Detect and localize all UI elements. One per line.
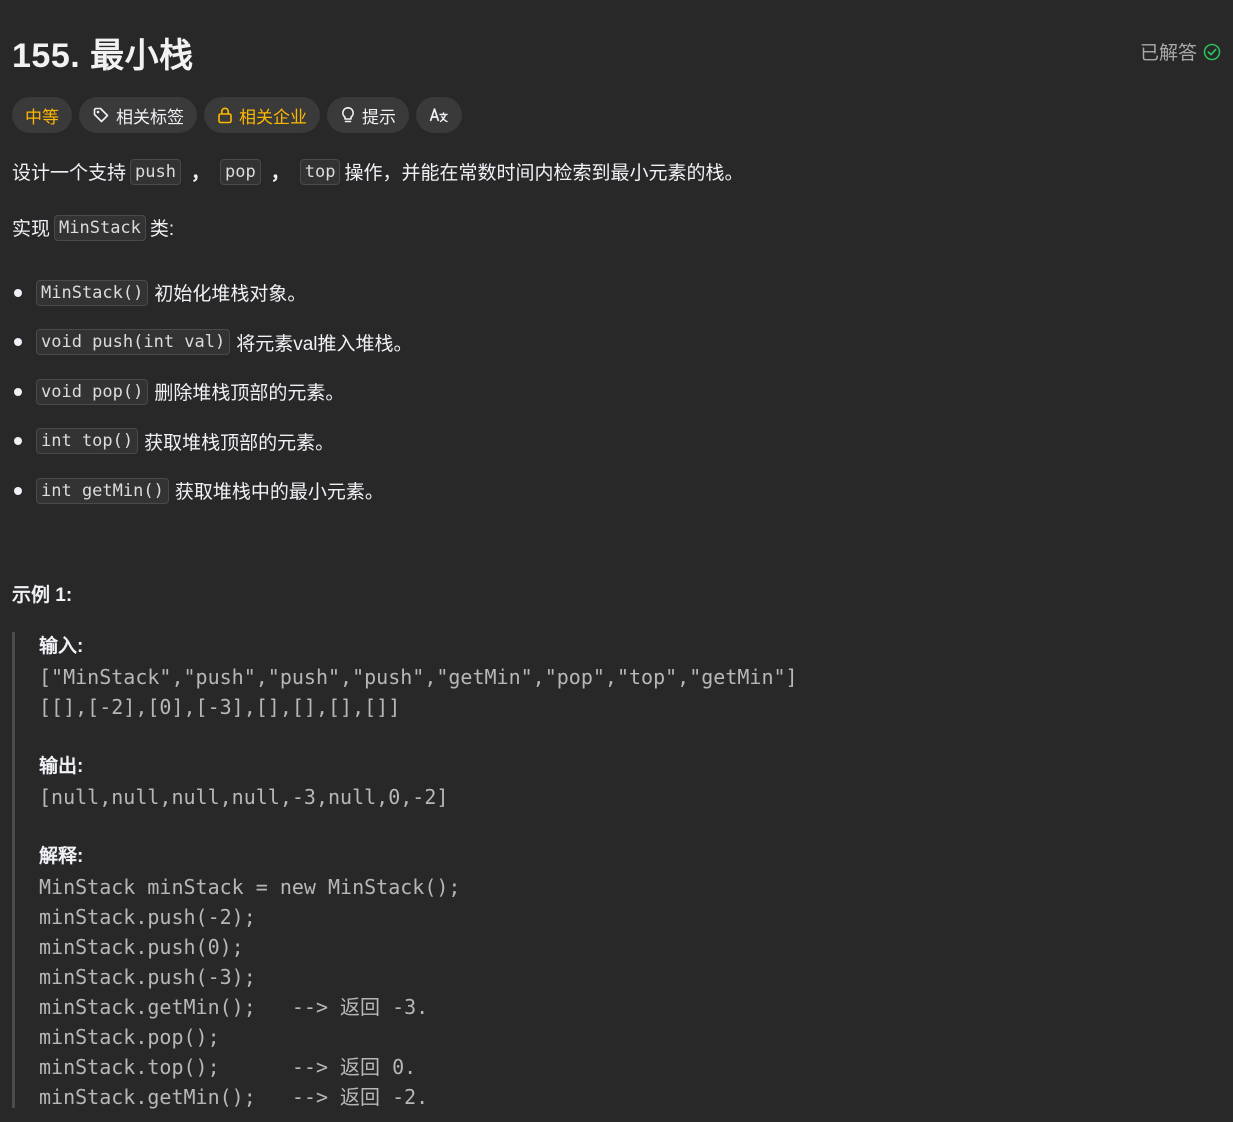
input-line: ["MinStack","push","push","push","getMin… xyxy=(39,665,798,689)
explain-line: minStack.pop(); xyxy=(39,1025,220,1049)
hint-button[interactable]: 提示 xyxy=(327,97,409,133)
intro-separator: ， xyxy=(190,163,210,184)
lightbulb-icon xyxy=(340,106,356,124)
explain-line: minStack.push(-2); xyxy=(39,905,256,929)
list-item: int top() 获取堆栈顶部的元素。 xyxy=(12,417,413,467)
method-text: 初始化堆栈对象。 xyxy=(154,284,307,306)
method-code: int top() xyxy=(36,428,139,455)
bullet-dot xyxy=(14,387,22,396)
related-tags-label: 相关标签 xyxy=(116,107,184,127)
tag-row: 中等 相关标签 相关企业 提示 xyxy=(12,97,462,133)
description-intro: 设计一个支持 push ， pop ， top 操作，并能在常数时间内检索到最小… xyxy=(12,158,743,185)
explain-line: MinStack minStack = new MinStack(); xyxy=(39,875,461,899)
translate-button[interactable] xyxy=(416,97,462,133)
bullet-dot xyxy=(14,437,22,446)
translate-icon xyxy=(429,106,449,124)
list-item: MinStack() 初始化堆栈对象。 xyxy=(12,268,413,318)
input-line: [[],[-2],[0],[-3],[],[],[],[]] xyxy=(39,695,401,719)
method-text: 获取堆栈中的最小元素。 xyxy=(174,482,384,504)
method-code: int getMin() xyxy=(36,477,169,504)
hint-label: 提示 xyxy=(362,107,396,127)
method-code: void push(int val) xyxy=(36,329,231,356)
solved-status: 已解答 xyxy=(1140,38,1221,65)
lock-icon xyxy=(217,106,233,124)
input-label: 输入: xyxy=(39,636,84,657)
code-top: top xyxy=(299,158,341,185)
explain-label: 解释: xyxy=(39,846,84,867)
explain-line: minStack.getMin(); --> 返回 -3. xyxy=(39,995,429,1019)
intro-separator: ， xyxy=(270,163,290,184)
problem-title: 155. 最小栈 xyxy=(12,37,194,75)
solved-label: 已解答 xyxy=(1139,43,1197,64)
impl-prefix: 实现 xyxy=(12,219,51,240)
check-circle-icon xyxy=(1203,43,1221,61)
tag-icon xyxy=(92,106,110,124)
output-line: [null,null,null,null,-3,null,0,-2] xyxy=(39,785,449,809)
example-block: 输入: ["MinStack","push","push","push","ge… xyxy=(12,632,1112,1109)
difficulty-badge[interactable]: 中等 xyxy=(12,97,72,133)
method-code: MinStack() xyxy=(36,279,149,306)
impl-suffix: 类: xyxy=(149,219,175,240)
related-companies-label: 相关企业 xyxy=(239,107,307,127)
related-companies-button[interactable]: 相关企业 xyxy=(204,97,320,133)
bullet-dot xyxy=(14,288,22,297)
difficulty-label: 中等 xyxy=(25,107,59,127)
method-text: 将元素val推入堆栈。 xyxy=(236,333,413,355)
method-code: void pop() xyxy=(36,378,149,405)
explain-line: minStack.push(-3); xyxy=(39,965,256,989)
list-item: int getMin() 获取堆栈中的最小元素。 xyxy=(12,466,413,516)
intro-prefix: 设计一个支持 xyxy=(12,163,127,184)
code-pop: pop xyxy=(219,158,261,185)
code-push: push xyxy=(130,158,181,185)
bullet-dot xyxy=(14,486,22,495)
method-list: MinStack() 初始化堆栈对象。 void push(int val) 将… xyxy=(12,268,413,516)
method-text: 获取堆栈顶部的元素。 xyxy=(144,432,335,454)
list-item: void pop() 删除堆栈顶部的元素。 xyxy=(12,367,413,417)
explain-line: minStack.push(0); xyxy=(39,935,244,959)
example-title: 示例 1: xyxy=(12,585,73,606)
explain-line: minStack.getMin(); --> 返回 -2. xyxy=(39,1085,429,1109)
description-implement: 实现 MinStack 类: xyxy=(12,214,174,241)
code-minstack: MinStack xyxy=(54,214,146,241)
intro-suffix: 操作，并能在常数时间内检索到最小元素的栈。 xyxy=(344,163,744,184)
related-tags-button[interactable]: 相关标签 xyxy=(79,97,197,133)
list-item: void push(int val) 将元素val推入堆栈。 xyxy=(12,318,413,368)
explain-line: minStack.top(); --> 返回 0. xyxy=(39,1055,417,1079)
method-text: 删除堆栈顶部的元素。 xyxy=(154,383,345,405)
bullet-dot xyxy=(14,338,22,347)
output-label: 输出: xyxy=(39,756,84,777)
